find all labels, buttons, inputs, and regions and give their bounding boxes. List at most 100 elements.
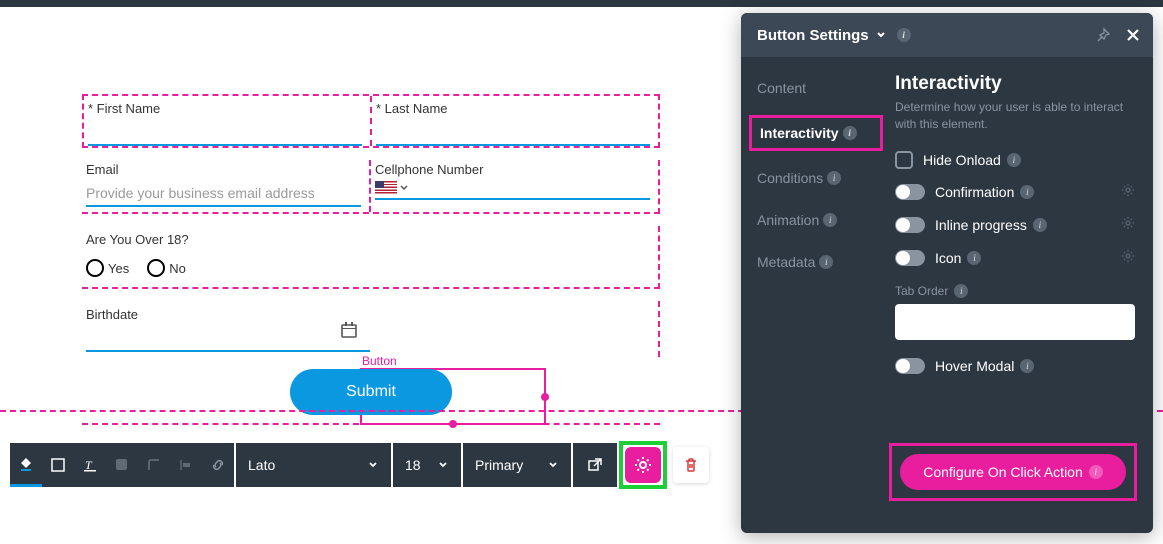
panel-header: Button Settings i: [741, 13, 1153, 57]
tab-order-input[interactable]: [895, 304, 1135, 340]
info-icon[interactable]: i: [897, 28, 911, 42]
element-toolbar: T Lato 18 Primary: [10, 443, 709, 487]
info-icon[interactable]: i: [827, 171, 841, 185]
font-size-select[interactable]: 18: [393, 443, 461, 487]
info-icon[interactable]: i: [843, 126, 857, 140]
radio-no[interactable]: No: [147, 259, 186, 277]
link-button[interactable]: [202, 443, 234, 487]
us-flag-icon[interactable]: [375, 181, 397, 195]
radio-no-label: No: [169, 261, 186, 276]
setting-label: Hide Onload: [923, 152, 1001, 168]
field-email[interactable]: Email: [82, 160, 371, 212]
trash-icon: [683, 457, 699, 473]
field-birthdate[interactable]: Birthdate: [86, 307, 370, 357]
email-input[interactable]: [86, 181, 361, 207]
email-label: Email: [86, 162, 361, 177]
over18-radio-group: Yes No: [86, 259, 654, 277]
align-button[interactable]: [170, 443, 202, 487]
setting-label: Hover Modal: [935, 358, 1014, 374]
toggle-switch[interactable]: [895, 250, 925, 266]
birthdate-input[interactable]: [86, 326, 370, 352]
panel-content: Interactivity Determine how your user is…: [883, 57, 1153, 533]
panel-title-text: Button Settings: [757, 27, 869, 44]
corner-radius-button[interactable]: [138, 443, 170, 487]
settings-button-highlight: [619, 441, 667, 489]
chevron-down-icon: [437, 459, 449, 471]
resize-handle-right[interactable]: [541, 393, 549, 401]
info-icon[interactable]: i: [823, 213, 837, 227]
info-icon[interactable]: i: [1089, 465, 1103, 479]
setting-confirmation[interactable]: Confirmation i: [895, 183, 1135, 202]
tab-metadata-label: Metadata: [757, 254, 815, 270]
gear-icon[interactable]: [1121, 183, 1135, 202]
close-icon[interactable]: [1125, 27, 1141, 43]
configure-on-click-action-button[interactable]: Configure On Click Action i: [900, 454, 1126, 490]
last-name-label: * Last Name: [376, 101, 650, 116]
info-icon[interactable]: i: [1020, 185, 1034, 199]
tab-conditions[interactable]: Conditions i: [749, 163, 883, 193]
first-name-input[interactable]: [88, 120, 362, 146]
first-name-label: * First Name: [88, 101, 362, 116]
delete-button[interactable]: [673, 447, 709, 483]
panel-title[interactable]: Button Settings i: [757, 27, 911, 44]
info-icon[interactable]: i: [819, 255, 833, 269]
tab-conditions-label: Conditions: [757, 170, 823, 186]
border-button[interactable]: [42, 443, 74, 487]
field-first-name[interactable]: * First Name: [84, 96, 372, 146]
setting-icon[interactable]: Icon i: [895, 249, 1135, 268]
chevron-down-icon: [875, 29, 887, 41]
info-icon[interactable]: i: [1033, 218, 1047, 232]
info-icon[interactable]: i: [967, 251, 981, 265]
tab-content[interactable]: Content: [749, 73, 883, 103]
checkbox-icon[interactable]: [895, 151, 913, 169]
tab-animation[interactable]: Animation i: [749, 205, 883, 235]
setting-hide-onload[interactable]: Hide Onload i: [895, 151, 1135, 169]
gear-icon[interactable]: [1121, 249, 1135, 268]
settings-button[interactable]: [625, 447, 661, 483]
text-style-button[interactable]: T: [74, 443, 106, 487]
tab-metadata[interactable]: Metadata i: [749, 247, 883, 277]
color-scheme-select[interactable]: Primary: [463, 443, 571, 487]
font-family-select[interactable]: Lato: [236, 443, 391, 487]
info-icon[interactable]: i: [1007, 153, 1021, 167]
birthdate-label: Birthdate: [86, 307, 370, 322]
setting-label: Inline progress: [935, 217, 1027, 233]
gear-icon[interactable]: [1121, 216, 1135, 235]
toggle-switch[interactable]: [895, 184, 925, 200]
pin-icon[interactable]: [1095, 27, 1111, 43]
svg-text:T: T: [85, 458, 93, 472]
radio-icon: [147, 259, 165, 277]
font-family-value: Lato: [248, 457, 275, 473]
toggle-switch[interactable]: [895, 358, 925, 374]
open-external-button[interactable]: [573, 443, 617, 487]
tab-interactivity[interactable]: Interactivity i: [749, 115, 883, 151]
tab-order-label: Tab Order i: [895, 284, 1135, 298]
info-icon[interactable]: i: [954, 284, 968, 298]
info-icon[interactable]: i: [1020, 359, 1034, 373]
submit-button[interactable]: Submit: [290, 369, 452, 415]
element-tag-label: Button: [362, 354, 397, 368]
font-size-value: 18: [405, 457, 421, 473]
color-scheme-value: Primary: [475, 457, 523, 473]
setting-inline-progress[interactable]: Inline progress i: [895, 216, 1135, 235]
resize-handle-bottom[interactable]: [449, 420, 457, 428]
setting-label: Icon: [935, 250, 961, 266]
setting-hover-modal[interactable]: Hover Modal i: [895, 358, 1135, 374]
gear-icon: [633, 455, 653, 475]
section-title: Interactivity: [895, 73, 1135, 95]
radio-yes[interactable]: Yes: [86, 259, 129, 277]
shadow-button[interactable]: [106, 443, 138, 487]
calendar-icon[interactable]: [340, 321, 358, 344]
panel-tabs: Content Interactivity i Conditions i Ani…: [741, 57, 883, 533]
field-last-name[interactable]: * Last Name: [372, 96, 658, 146]
field-cellphone[interactable]: Cellphone Number: [371, 160, 658, 212]
radio-icon: [86, 259, 104, 277]
settings-panel: Button Settings i Content Interactivity …: [741, 13, 1153, 533]
fill-color-button[interactable]: [10, 443, 42, 487]
toggle-switch[interactable]: [895, 217, 925, 233]
configure-action-highlight: Configure On Click Action i: [889, 443, 1137, 501]
chevron-down-icon[interactable]: [399, 183, 409, 193]
tab-interactivity-label: Interactivity: [760, 125, 839, 141]
last-name-input[interactable]: [376, 120, 650, 146]
cellphone-label: Cellphone Number: [375, 162, 650, 177]
